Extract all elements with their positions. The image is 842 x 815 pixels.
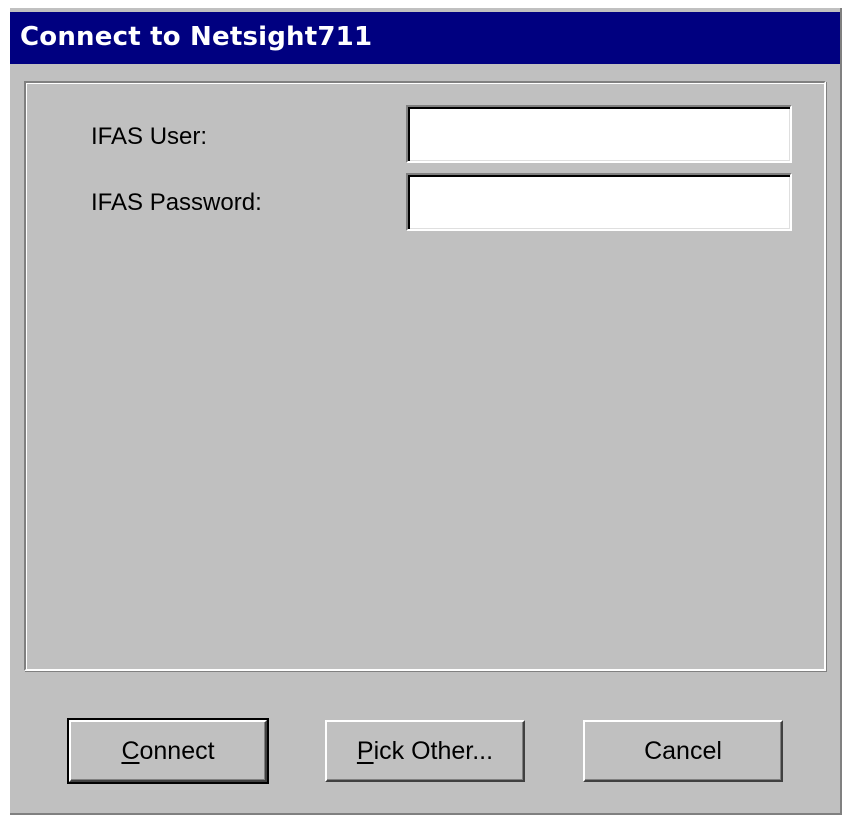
title-bar[interactable]: Connect to Netsight711 [10, 12, 840, 64]
pick-other-button[interactable]: Pick Other... [325, 720, 525, 782]
connect-dialog: Connect to Netsight711 IFAS User: IFAS P… [10, 8, 842, 815]
user-input[interactable] [406, 105, 792, 163]
password-input[interactable] [406, 173, 792, 231]
connect-button-mnemonic: C [121, 736, 140, 765]
connect-button-label: onnect [139, 736, 215, 765]
pick-other-button-mnemonic: P [356, 736, 374, 765]
pick-other-button-label: ick Other... [373, 736, 494, 765]
dialog-title: Connect to Netsight711 [20, 22, 373, 52]
user-label: IFAS User: [91, 123, 208, 150]
credentials-group: IFAS User: IFAS Password: [24, 81, 826, 671]
connect-button[interactable]: Connect [67, 718, 269, 784]
cancel-button[interactable]: Cancel [583, 720, 783, 782]
cancel-button-label: Cancel [644, 736, 722, 765]
password-label: IFAS Password: [91, 189, 262, 216]
